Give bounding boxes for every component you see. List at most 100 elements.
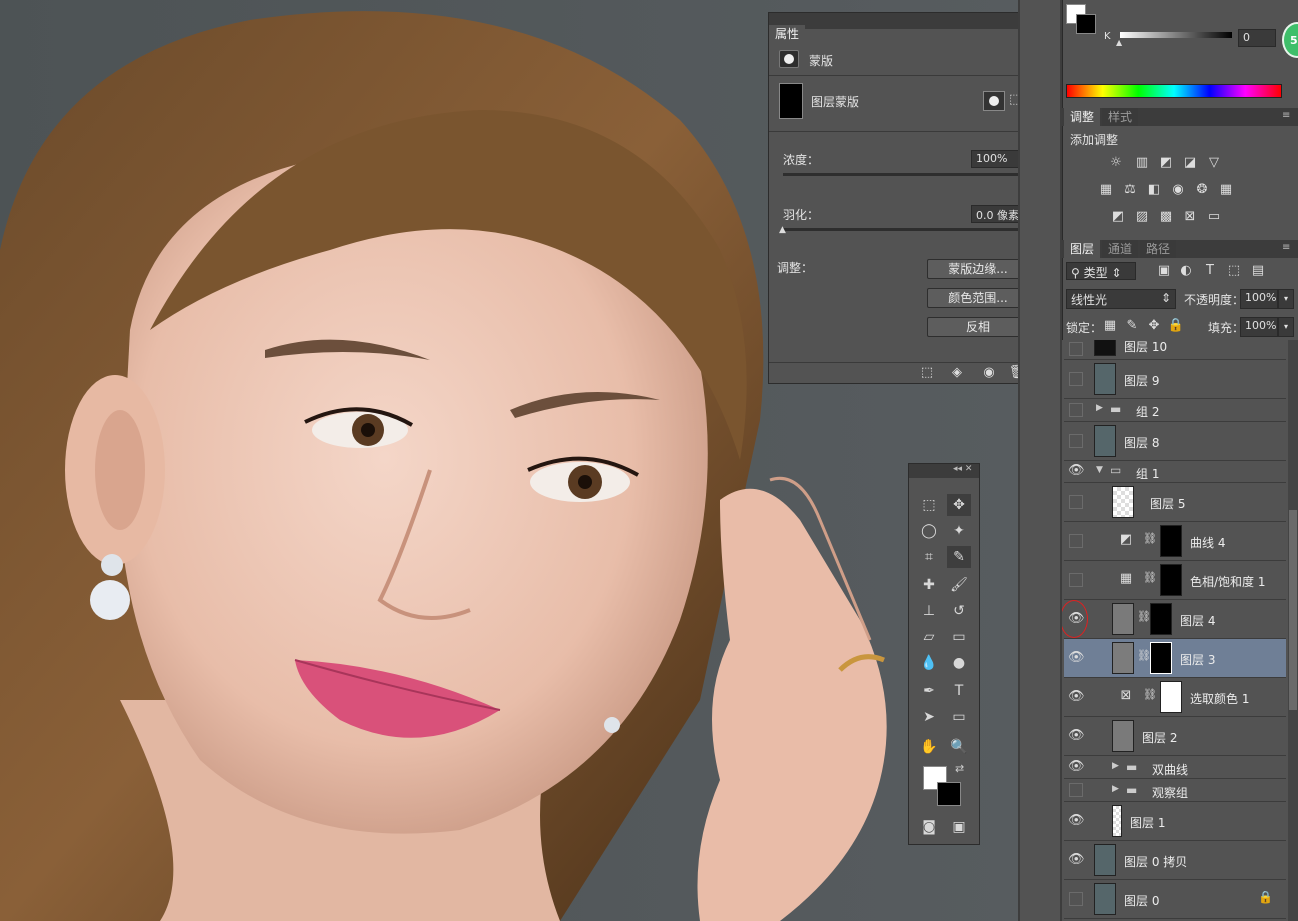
screen-mode-icon[interactable]: ▣ [947,816,971,838]
k-input[interactable]: 0 [1238,29,1276,47]
eyedropper-tool-icon[interactable]: ✎ [947,546,971,568]
vibrance-icon[interactable]: ▽ [1204,155,1224,170]
hue-saturation-icon[interactable]: ▦ [1096,182,1116,197]
layers-scroll-thumb[interactable] [1289,510,1297,710]
properties-titlebar[interactable] [769,13,1051,29]
layer-row[interactable]: 图层 9 [1064,360,1286,399]
link-icon[interactable]: ⛓ [1140,532,1160,545]
invert-adj-icon[interactable]: ◩ [1108,209,1128,224]
visibility-toggle[interactable] [1069,783,1083,797]
exposure-icon[interactable]: ◪ [1180,155,1200,170]
filter-shape-icon[interactable]: ⬚ [1224,263,1244,278]
load-selection-icon[interactable]: ⬚ [917,365,937,380]
density-slider[interactable] [783,173,1027,176]
lock-pixels-icon[interactable]: ✎ [1122,318,1142,333]
channel-mixer-icon[interactable]: ❂ [1192,182,1212,197]
density-input[interactable]: 100% [971,150,1025,168]
lock-position-icon[interactable]: ✥ [1144,318,1164,333]
fill-input[interactable]: 100% [1240,317,1278,337]
filter-smart-icon[interactable]: ▤ [1248,263,1268,278]
levels-icon[interactable]: ▥ [1132,155,1152,170]
mask-mode-icon[interactable] [779,50,799,68]
k-slider-handle[interactable]: ▲ [1116,38,1122,47]
tab-channels[interactable]: 通道 [1102,240,1139,258]
tab-paths[interactable]: 路径 [1140,240,1177,258]
blur-tool-icon[interactable]: 💧 [917,652,941,674]
layer-row[interactable]: 👁 ⛓ 图层 4 [1062,600,1286,639]
shape-tool-icon[interactable]: ▭ [947,706,971,728]
layer-row[interactable]: 图层 8 [1064,422,1286,461]
feather-slider[interactable] [783,228,1027,231]
dodge-tool-icon[interactable]: ● [947,652,971,674]
hand-tool-icon[interactable]: ✋ [917,736,941,758]
layer-row[interactable]: 👁 图层 1 [1064,802,1286,841]
opacity-dropdown-icon[interactable]: ▾ [1278,289,1294,309]
k-slider[interactable] [1120,32,1232,38]
adjustments-menu-icon[interactable]: ≡ [1282,110,1290,121]
lock-transparent-icon[interactable]: ▦ [1100,318,1120,333]
eye-icon[interactable]: 👁 [1068,650,1085,665]
pixel-mask-icon[interactable] [983,91,1005,111]
tab-properties[interactable]: 属性 [769,25,806,43]
group-row[interactable]: ▶ ▬ 观察组 [1064,779,1286,802]
swap-colors-icon[interactable]: ⇄ [955,762,964,775]
black-white-icon[interactable]: ◧ [1144,182,1164,197]
tab-adjustments[interactable]: 调整 [1064,108,1101,126]
history-brush-icon[interactable]: ↺ [947,600,971,622]
eye-icon[interactable]: 👁 [1068,759,1085,774]
layer-row-selected[interactable]: 👁 ⛓ 图层 3 [1064,639,1286,678]
layer-row[interactable]: 图层 5 [1064,483,1286,522]
filter-adjustment-icon[interactable]: ◐ [1176,263,1196,278]
stamp-tool-icon[interactable]: ⊥ [917,600,941,622]
background-color-swatch[interactable] [937,782,961,806]
group-row[interactable]: 👁 ▼ ▭ 组 1 [1064,461,1286,483]
color-range-button[interactable]: 颜色范围... [927,288,1029,308]
group-row[interactable]: ▶ ▬ 组 2 [1064,399,1286,422]
visibility-toggle[interactable] [1069,534,1083,548]
layer-row[interactable]: 👁 图层 2 [1064,717,1286,756]
gradient-map-icon[interactable]: ▭ [1204,209,1224,224]
eye-icon[interactable]: 👁 [1068,728,1085,743]
color-balance-icon[interactable]: ⚖ [1120,182,1140,197]
layer-row[interactable]: 👁 图层 0 拷贝 [1064,841,1286,880]
eye-icon[interactable]: 👁 [1068,852,1085,867]
expand-arrow-icon[interactable]: ▶ [1112,761,1119,771]
layer-row[interactable]: 图层 10 [1064,340,1286,360]
group-row[interactable]: 👁 ▶ ▬ 双曲线 [1064,756,1286,779]
expand-arrow-icon[interactable]: ▶ [1112,784,1119,794]
feather-input[interactable]: 0.0 像素 [971,205,1025,223]
opacity-input[interactable]: 100% [1240,289,1278,309]
photo-filter-icon[interactable]: ◉ [1168,182,1188,197]
healing-brush-icon[interactable]: ✚ [917,574,941,596]
brightness-icon[interactable]: ☼ [1106,155,1126,170]
visibility-toggle[interactable] [1069,495,1083,509]
visibility-toggle[interactable] [1069,342,1083,356]
invert-button[interactable]: 反相 [927,317,1029,337]
visibility-toggle[interactable] [1069,892,1083,906]
eraser-tool-icon[interactable]: ▱ [917,626,941,648]
tools-collapse-icon[interactable]: ◂◂ ✕ [953,464,972,474]
layer-row[interactable]: 👁 ⊠ ⛓ 选取颜色 1 [1064,678,1286,717]
gradient-tool-icon[interactable]: ▭ [947,626,971,648]
marquee-tool-icon[interactable]: ⬚ [917,494,941,516]
layer-row[interactable]: ▦ ⛓ 色相/饱和度 1 [1064,561,1286,600]
crop-tool-icon[interactable]: ⌗ [917,546,941,568]
pen-tool-icon[interactable]: ✒ [917,680,941,702]
eye-icon[interactable]: 👁 [1068,813,1085,828]
move-tool-icon[interactable]: ✥ [947,494,971,516]
visibility-eye-icon[interactable]: ◉ [979,365,999,380]
posterize-icon[interactable]: ▨ [1132,209,1152,224]
tab-layers[interactable]: 图层 [1064,240,1101,258]
blend-mode-select[interactable]: 线性光 ⇕ [1066,289,1176,309]
visibility-toggle[interactable] [1069,403,1083,417]
link-icon[interactable]: ⛓ [1140,571,1160,584]
eye-icon[interactable]: 👁 [1068,689,1085,704]
filter-type-icon[interactable]: T [1200,263,1220,278]
selective-color-icon[interactable]: ⊠ [1180,209,1200,224]
feather-slider-handle[interactable]: ▲ [779,225,786,235]
layer-row[interactable]: 图层 0 🔒 [1064,880,1286,919]
tab-styles[interactable]: 样式 [1102,108,1139,126]
mask-edge-button[interactable]: 蒙版边缘... [927,259,1029,279]
visibility-toggle[interactable] [1069,573,1083,587]
bg-swatch[interactable] [1076,14,1096,34]
